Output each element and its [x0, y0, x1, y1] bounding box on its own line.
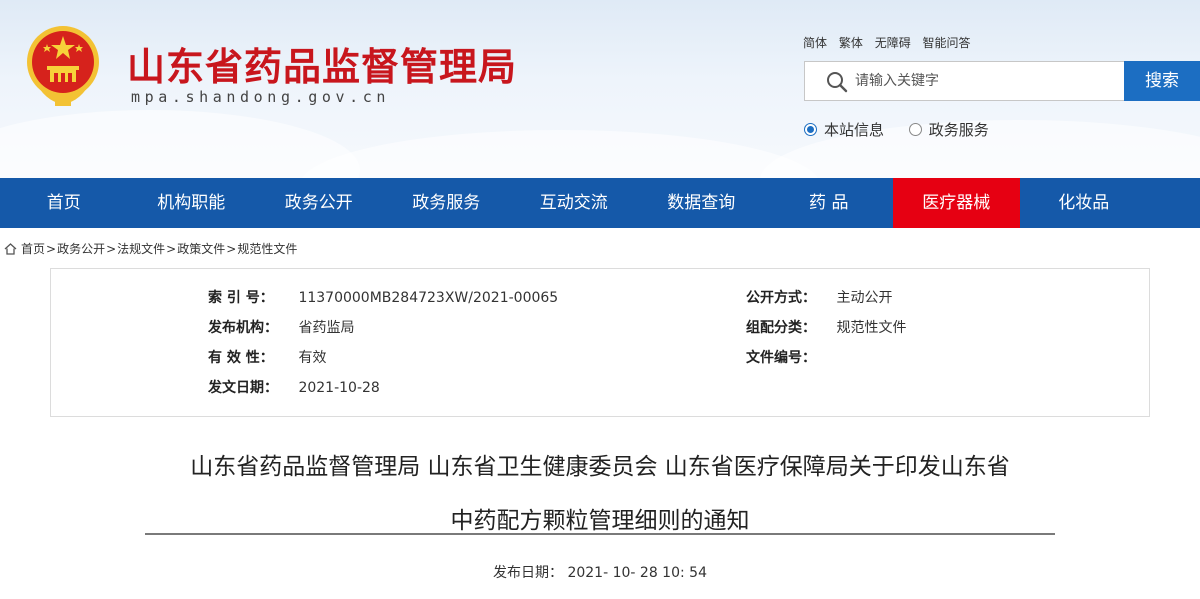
- info-date-label: 发文日期：: [208, 380, 278, 396]
- cloud-decoration: [0, 110, 360, 178]
- nav-interaction[interactable]: 互动交流: [510, 178, 638, 228]
- nav-data-query[interactable]: 数据查询: [638, 178, 766, 228]
- title-divider: [145, 533, 1055, 535]
- info-issuer-value: 省药监局: [298, 320, 355, 336]
- link-traditional[interactable]: 繁体: [839, 36, 863, 50]
- info-category-value: 规范性文件: [836, 320, 907, 336]
- site-title[interactable]: 山东省药品监督管理局: [127, 36, 517, 91]
- nav-cosmetics[interactable]: 化妆品: [1020, 178, 1148, 228]
- nav-gov-services[interactable]: 政务服务: [383, 178, 511, 228]
- link-simplified[interactable]: 简体: [803, 36, 827, 50]
- info-validity-value: 有效: [298, 350, 327, 366]
- info-issuer-label: 发布机构：: [208, 320, 278, 336]
- document-info-box: 索 引 号： 11370000MB284723XW/2021-00065 发布机…: [50, 268, 1150, 417]
- info-docno-label: 文件编号：: [746, 350, 816, 366]
- publish-date: 发布日期： 2021- 10- 28 10: 54: [493, 565, 707, 581]
- breadcrumb-separator: >: [226, 241, 237, 256]
- article-title: 山东省药品监督管理局 山东省卫生健康委员会 山东省医疗保障局关于印发山东省 中药…: [145, 440, 1055, 548]
- nav-gov-disclosure[interactable]: 政务公开: [255, 178, 383, 228]
- breadcrumb-home[interactable]: 首页: [21, 240, 45, 257]
- search-button[interactable]: 搜索: [1124, 61, 1200, 101]
- nav-home[interactable]: 首页: [0, 178, 128, 228]
- breadcrumb-policy-docs[interactable]: 政策文件: [177, 240, 225, 257]
- info-date-value: 2021-10-28: [298, 380, 380, 396]
- breadcrumb-normative-docs[interactable]: 规范性文件: [237, 240, 297, 257]
- nav-organization[interactable]: 机构职能: [128, 178, 256, 228]
- breadcrumb-separator: >: [106, 241, 117, 256]
- breadcrumb-separator: >: [46, 241, 57, 256]
- site-domain: mpa.shandong.gov.cn: [131, 88, 390, 106]
- info-category: 组配分类： 规范性文件: [746, 317, 906, 337]
- search-box: [804, 61, 1124, 101]
- article-title-line2: 中药配方颗粒管理细则的通知: [450, 508, 750, 534]
- info-issuer: 发布机构： 省药监局: [208, 317, 354, 337]
- breadcrumb-gov-disclosure[interactable]: 政务公开: [57, 240, 105, 257]
- info-date: 发文日期： 2021-10-28: [208, 377, 380, 397]
- info-open-value: 主动公开: [836, 290, 893, 306]
- main-nav: 首页 机构职能 政务公开 政务服务 互动交流 数据查询 药 品 医疗器械 化妆品: [0, 178, 1200, 228]
- info-validity-label: 有 效 性：: [208, 350, 274, 366]
- cloud-decoration: [300, 130, 820, 178]
- search-scope: 本站信息 政务服务: [804, 119, 1009, 140]
- info-index-label: 索 引 号：: [208, 290, 274, 306]
- link-accessibility[interactable]: 无障碍: [875, 36, 911, 50]
- link-smart-qa[interactable]: 智能问答: [923, 36, 971, 50]
- info-category-label: 组配分类：: [746, 320, 816, 336]
- radio-checked[interactable]: [804, 123, 817, 136]
- home-icon: [4, 242, 17, 255]
- national-emblem-icon: [27, 26, 99, 106]
- site-header: 山东省药品监督管理局 mpa.shandong.gov.cn 简体 繁体 无障碍…: [0, 0, 1200, 178]
- radio-unchecked[interactable]: [908, 123, 922, 136]
- scope-gov-service-label: 政务服务: [928, 121, 989, 139]
- scope-site-info-label: 本站信息: [824, 121, 885, 139]
- search-icon: [827, 72, 848, 93]
- scope-gov-service[interactable]: 政务服务: [908, 119, 989, 140]
- info-index-value: 11370000MB284723XW/2021-00065: [298, 290, 559, 306]
- search-input[interactable]: [855, 62, 1119, 100]
- info-doc-number: 文件编号：: [746, 347, 832, 367]
- nav-medical-devices[interactable]: 医疗器械: [892, 178, 1020, 228]
- top-links: 简体 繁体 无障碍 智能问答: [803, 34, 979, 51]
- breadcrumb-separator: >: [166, 241, 177, 256]
- breadcrumb-regulations[interactable]: 法规文件: [117, 240, 165, 257]
- scope-site-info[interactable]: 本站信息: [804, 119, 884, 140]
- info-index: 索 引 号： 11370000MB284723XW/2021-00065: [208, 287, 558, 307]
- article-title-line1: 山东省药品监督管理局 山东省卫生健康委员会 山东省医疗保障局关于印发山东省: [190, 454, 1010, 480]
- nav-drugs[interactable]: 药 品: [765, 178, 893, 228]
- breadcrumb: 首页 > 政务公开 > 法规文件 > 政策文件 > 规范性文件: [4, 240, 297, 257]
- info-open-method: 公开方式： 主动公开: [746, 287, 892, 307]
- info-validity: 有 效 性： 有效: [208, 347, 326, 367]
- info-open-label: 公开方式：: [746, 290, 816, 306]
